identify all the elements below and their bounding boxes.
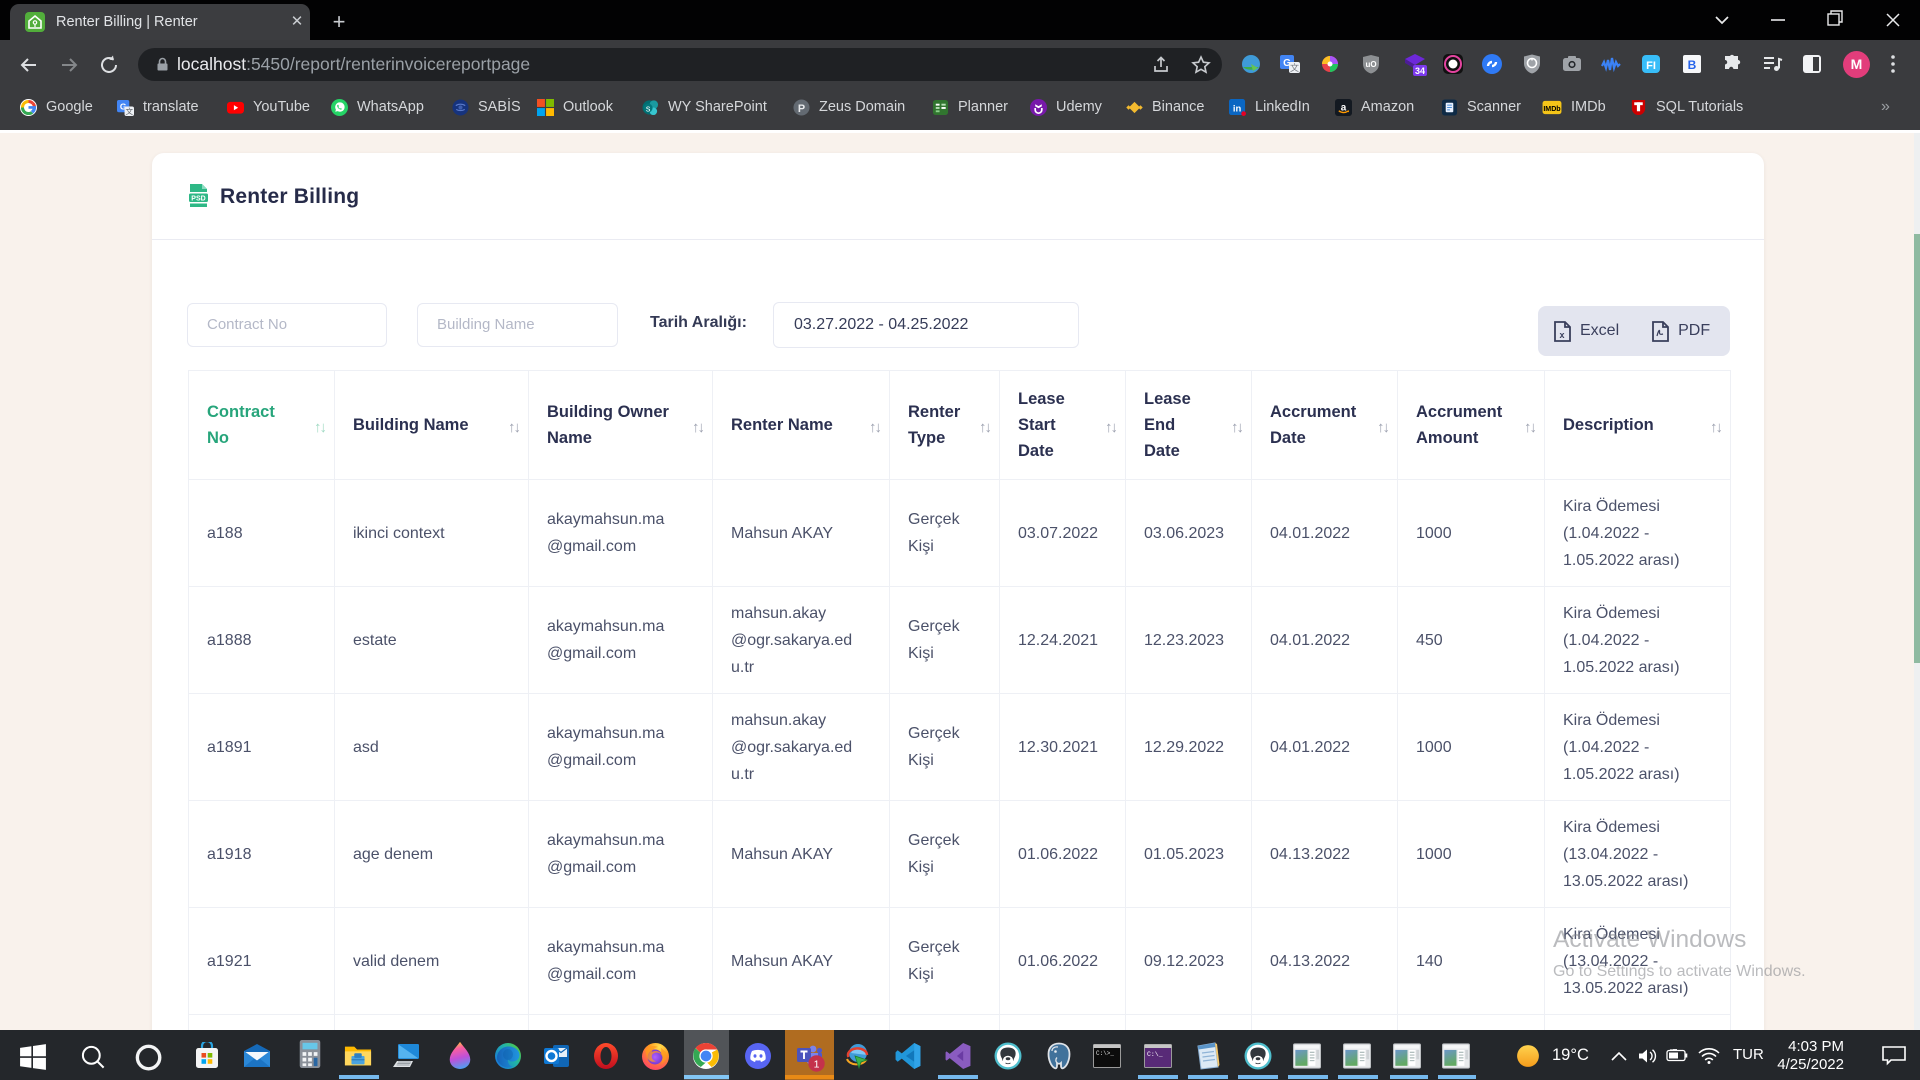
svg-text:FI: FI xyxy=(1646,60,1656,72)
svg-text:B: B xyxy=(1688,58,1697,72)
svg-text:C:\_: C:\_ xyxy=(1147,1051,1163,1058)
svg-text:uO: uO xyxy=(1365,60,1376,69)
svg-text:1: 1 xyxy=(814,1059,820,1071)
svg-text:IMDb: IMDb xyxy=(1543,104,1561,112)
svg-text:in: in xyxy=(1233,103,1242,114)
svg-text:s: s xyxy=(646,103,651,113)
svg-text:文: 文 xyxy=(125,106,133,116)
svg-text:C:\>_: C:\>_ xyxy=(1096,1050,1114,1057)
svg-text:文: 文 xyxy=(1290,62,1299,73)
svg-text:PSD: PSD xyxy=(191,196,205,203)
svg-text:34: 34 xyxy=(1415,66,1425,76)
svg-text:x: x xyxy=(1559,330,1564,340)
svg-text:P: P xyxy=(798,102,805,114)
